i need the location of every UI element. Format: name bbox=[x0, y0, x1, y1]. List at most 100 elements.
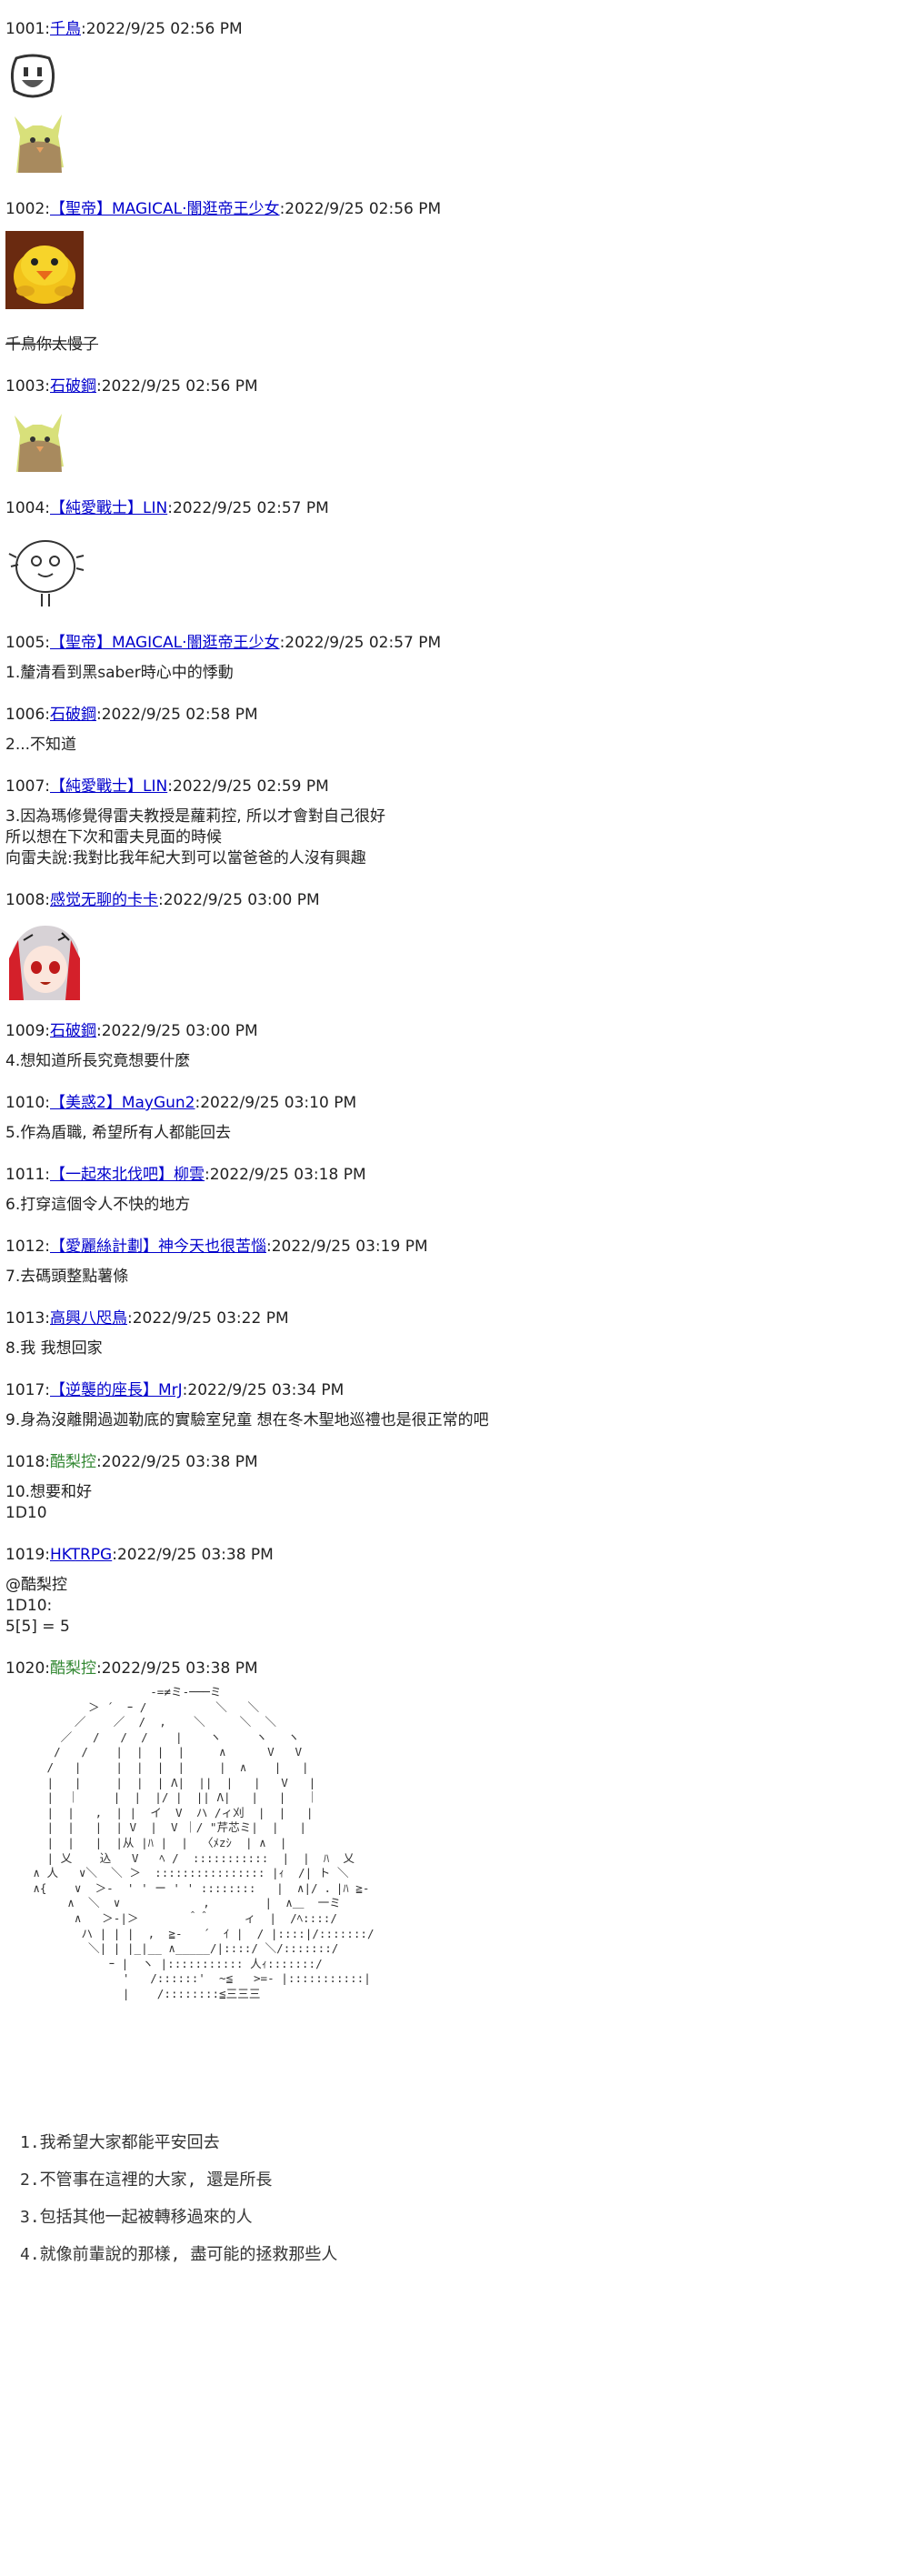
post-header: 1001:千鳥:2022/9/25 02:56 PM bbox=[5, 20, 243, 38]
poster-name: 酷梨控 bbox=[50, 1453, 96, 1471]
caption-line: 2.不管事在這裡的大家, 還是所長 bbox=[20, 2170, 273, 2190]
post-number: 1003 bbox=[5, 377, 45, 396]
post-body: 10.想要和好 1D10 bbox=[5, 1483, 93, 1522]
poster-name-link[interactable]: 【一起來北伐吧】柳雲 bbox=[50, 1166, 205, 1184]
poster-name-link[interactable]: 【純愛戰士】LIN bbox=[50, 777, 167, 796]
post-body: @酷梨控 1D10: 5[5] = 5 bbox=[5, 1576, 70, 1636]
post-header: 1020:酷梨控:2022/9/25 03:38 PM bbox=[5, 1659, 258, 1678]
post-1008: 1008:感觉无聊的卡卡:2022/9/25 03:00 PM bbox=[5, 889, 896, 1000]
post-date: 2022/9/25 03:38 PM bbox=[101, 1453, 258, 1471]
post-1002: 1002:【聖帝】MAGICAL·闇逛帝王少女:2022/9/25 02:56 … bbox=[5, 198, 896, 356]
yellow-chick-sticker-image bbox=[5, 231, 84, 309]
post-1018: 1018:酷梨控:2022/9/25 03:38 PM 10.想要和好 1D10 bbox=[5, 1451, 896, 1524]
post-date: 2022/9/25 02:59 PM bbox=[172, 777, 329, 796]
ascii-art-girl: -=≠ミ-───ミ ＞ ´ ｰ / ＼ ＼ ／ ／ / , ＼ ＼ ＼ ／ / … bbox=[5, 1685, 533, 2303]
post-date: 2022/9/25 02:56 PM bbox=[285, 200, 442, 218]
post-1009: 1009:石破鋼:2022/9/25 03:00 PM 4.想知道所長究竟想要什… bbox=[5, 1020, 896, 1072]
post-body: 千鳥你太慢了 bbox=[5, 336, 98, 354]
poster-name-link[interactable]: 【聖帝】MAGICAL·闇逛帝王少女 bbox=[50, 200, 280, 218]
post-date: 2022/9/25 03:34 PM bbox=[187, 1381, 345, 1399]
post-date: 2022/9/25 03:22 PM bbox=[132, 1309, 289, 1328]
post-header: 1011:【一起來北伐吧】柳雲:2022/9/25 03:18 PM bbox=[5, 1166, 366, 1184]
post-header: 1005:【聖帝】MAGICAL·闇逛帝王少女:2022/9/25 02:57 … bbox=[5, 634, 442, 652]
post-number: 1004 bbox=[5, 499, 45, 517]
post-header: 1008:感觉无聊的卡卡:2022/9/25 03:00 PM bbox=[5, 891, 320, 909]
post-header: 1007:【純愛戰士】LIN:2022/9/25 02:59 PM bbox=[5, 777, 329, 796]
post-body: 8.我 我想回家 bbox=[5, 1339, 103, 1358]
post-body: 3.因為瑪修覺得雷夫教授是蘿莉控, 所以才會對自己很好 所以想在下次和雷夫見面的… bbox=[5, 807, 386, 867]
post-header: 1003:石破鋼:2022/9/25 02:56 PM bbox=[5, 377, 258, 396]
post-header: 1006:石破鋼:2022/9/25 02:58 PM bbox=[5, 706, 258, 724]
poster-name-link[interactable]: 【美惑2】MayGun2 bbox=[50, 1094, 195, 1112]
post-1006: 1006:石破鋼:2022/9/25 02:58 PM 2...不知道 bbox=[5, 704, 896, 756]
post-1017: 1017:【逆襲的座長】MrJ:2022/9/25 03:34 PM 9.身為沒… bbox=[5, 1379, 896, 1431]
post-date: 2022/9/25 02:56 PM bbox=[85, 20, 243, 38]
poster-name: 酷梨控 bbox=[50, 1659, 96, 1678]
post-1013: 1013:高興八咫鳥:2022/9/25 03:22 PM 8.我 我想回家 bbox=[5, 1308, 896, 1359]
post-date: 2022/9/25 02:57 PM bbox=[285, 634, 442, 652]
post-date: 2022/9/25 02:57 PM bbox=[172, 499, 329, 517]
poster-name-link[interactable]: 石破鋼 bbox=[50, 706, 96, 724]
post-header: 1009:石破鋼:2022/9/25 03:00 PM bbox=[5, 1022, 258, 1040]
ascii-art-caption: 1.我希望大家都能平安回去 2.不管事在這裡的大家, 還是所長 3.包括其他一起… bbox=[20, 2124, 533, 2273]
caption-line: 3.包括其他一起被轉移過來的人 bbox=[20, 2208, 253, 2228]
post-body: 5.作為盾職, 希望所有人都能回去 bbox=[5, 1124, 232, 1142]
post-header: 1017:【逆襲的座長】MrJ:2022/9/25 03:34 PM bbox=[5, 1381, 345, 1399]
poster-name-link[interactable]: 石破鋼 bbox=[50, 1022, 96, 1040]
post-body: 4.想知道所長究竟想要什麼 bbox=[5, 1052, 191, 1070]
post-1012: 1012:【愛麗絲計劃】神今天也很苦惱:2022/9/25 03:19 PM 7… bbox=[5, 1236, 896, 1288]
post-1004: 1004:【純愛戰士】LIN:2022/9/25 02:57 PM bbox=[5, 497, 896, 612]
post-number: 1010 bbox=[5, 1094, 45, 1112]
ascii-art-row: -=≠ミ-───ミ ＞ ´ ｰ / ＼ ＼ ／ ／ / , ＼ ＼ ＼ ／ / … bbox=[5, 1685, 896, 2303]
poster-name-link[interactable]: 【愛麗絲計劃】神今天也很苦惱 bbox=[50, 1238, 266, 1256]
post-number: 1009 bbox=[5, 1022, 45, 1040]
post-date: 2022/9/25 02:58 PM bbox=[101, 706, 258, 724]
post-date: 2022/9/25 03:38 PM bbox=[101, 1659, 258, 1678]
thread: 1001:千鳥:2022/9/25 02:56 PM 1002:【聖帝】MAGI… bbox=[5, 18, 896, 2323]
post-number: 1008 bbox=[5, 891, 45, 909]
poster-name-link[interactable]: 【純愛戰士】LIN bbox=[50, 499, 167, 517]
post-header: 1013:高興八咫鳥:2022/9/25 03:22 PM bbox=[5, 1309, 289, 1328]
poster-name-link[interactable]: 高興八咫鳥 bbox=[50, 1309, 127, 1328]
post-header: 1019:HKTRPG:2022/9/25 03:38 PM bbox=[5, 1546, 274, 1564]
post-number: 1020 bbox=[5, 1659, 45, 1678]
cat-bird-sticker-image bbox=[5, 408, 75, 477]
caption-line: 1.我希望大家都能平安回去 bbox=[20, 2133, 220, 2153]
post-date: 2022/9/25 03:38 PM bbox=[116, 1546, 274, 1564]
post-body: 1.釐清看到黑saber時心中的悸動 bbox=[5, 664, 234, 682]
post-number: 1013 bbox=[5, 1309, 45, 1328]
poster-name-link[interactable]: 石破鋼 bbox=[50, 377, 96, 396]
post-date: 2022/9/25 03:00 PM bbox=[101, 1022, 258, 1040]
post-1011: 1011:【一起來北伐吧】柳雲:2022/9/25 03:18 PM 6.打穿這… bbox=[5, 1164, 896, 1216]
post-body: 6.打穿這個令人不快的地方 bbox=[5, 1196, 191, 1214]
doodle-face-sticker-image bbox=[5, 530, 87, 612]
post-number: 1002 bbox=[5, 200, 45, 218]
poster-name-link[interactable]: 【聖帝】MAGICAL·闇逛帝王少女 bbox=[50, 634, 280, 652]
post-body: 9.身為沒離開過迦勒底的實驗室兒童 想在冬木聖地巡禮也是很正常的吧 bbox=[5, 1411, 489, 1429]
post-number: 1006 bbox=[5, 706, 45, 724]
post-1003: 1003:石破鋼:2022/9/25 02:56 PM bbox=[5, 376, 896, 477]
smiley-face-emoji-image bbox=[5, 51, 60, 105]
post-number: 1012 bbox=[5, 1238, 45, 1256]
anime-girl-sticker-image bbox=[5, 922, 84, 1000]
post-1007: 1007:【純愛戰士】LIN:2022/9/25 02:59 PM 3.因為瑪修… bbox=[5, 776, 896, 869]
post-date: 2022/9/25 03:10 PM bbox=[200, 1094, 357, 1112]
post-date: 2022/9/25 03:19 PM bbox=[271, 1238, 428, 1256]
post-number: 1007 bbox=[5, 777, 45, 796]
poster-name-link[interactable]: 感觉无聊的卡卡 bbox=[50, 891, 158, 909]
post-number: 1005 bbox=[5, 634, 45, 652]
post-date: 2022/9/25 03:00 PM bbox=[163, 891, 320, 909]
post-body: 2...不知道 bbox=[5, 736, 77, 754]
post-number: 1001 bbox=[5, 20, 45, 38]
poster-name-link[interactable]: 千鳥 bbox=[50, 20, 81, 38]
post-number: 1018 bbox=[5, 1453, 45, 1471]
post-1019: 1019:HKTRPG:2022/9/25 03:38 PM @酷梨控 1D10… bbox=[5, 1544, 896, 1638]
post-number: 1011 bbox=[5, 1166, 45, 1184]
post-header: 1012:【愛麗絲計劃】神今天也很苦惱:2022/9/25 03:19 PM bbox=[5, 1238, 428, 1256]
post-header: 1010:【美惑2】MayGun2:2022/9/25 03:10 PM bbox=[5, 1094, 357, 1112]
poster-name-link[interactable]: 【逆襲的座長】MrJ bbox=[50, 1381, 183, 1399]
post-header: 1002:【聖帝】MAGICAL·闇逛帝王少女:2022/9/25 02:56 … bbox=[5, 200, 442, 218]
poster-name-link[interactable]: HKTRPG bbox=[50, 1546, 112, 1564]
post-header: 1004:【純愛戰士】LIN:2022/9/25 02:57 PM bbox=[5, 499, 329, 517]
post-number: 1019 bbox=[5, 1546, 45, 1564]
